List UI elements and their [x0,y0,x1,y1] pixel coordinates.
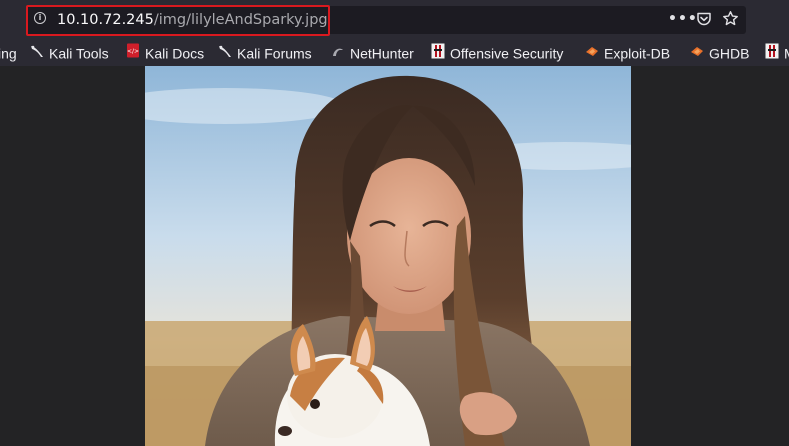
url-text[interactable]: 10.10.72.245/img/lilyleAndSparky.jpg [57,10,328,30]
bookmark-label: Kali Docs [145,45,205,62]
bookmark-exploit-db[interactable]: Exploit-DB [585,42,670,62]
bookmark-kali-tools[interactable]: Kali Tools [30,42,109,62]
exploitdb-icon [585,43,599,63]
bookmark-label: Exploit-DB [604,45,671,62]
bookmarks-toolbar: ing Kali Tools </> Kali Docs Kali Forums… [0,38,789,66]
bookmark-label: NetHunter [350,45,414,62]
url-path: /img/lilyleAndSparky.jpg [153,12,328,28]
bookmark-kali-forums[interactable]: Kali Forums [218,42,312,62]
bookmark-label: Offensive Security [450,45,564,62]
bookmark-kali-docs[interactable]: </> Kali Docs [126,42,204,62]
displayed-image[interactable] [145,66,631,446]
pocket-icon[interactable] [696,11,712,31]
kali-dragon-icon [218,43,232,63]
url-host: 10.10.72.245 [57,12,154,28]
bookmark-nethunter[interactable]: NetHunter [331,42,414,62]
bookmark-label: ing [0,45,17,62]
bookmark-label: Kali Tools [49,45,109,62]
more-actions-button[interactable]: ••• [668,9,698,29]
bookmark-label: Kali Forums [237,45,312,62]
kali-dragon-icon [30,43,44,63]
bookmark-offensive-security[interactable]: Offensive Security [431,42,563,62]
navigation-toolbar: i 10.10.72.245/img/lilyleAndSparky.jpg •… [0,0,789,38]
bookmark-item[interactable]: ing [0,42,17,62]
ghdb-icon [690,43,704,63]
offsec-icon [431,43,445,64]
svg-text:</>: </> [127,48,139,55]
image-viewer [0,66,789,446]
bookmark-overflow-item[interactable]: M [765,42,789,62]
bookmark-label: M [784,45,789,61]
bookmark-star-icon[interactable] [722,10,739,30]
kali-docs-icon: </> [126,43,140,63]
info-icon[interactable]: i [34,12,46,24]
bookmark-ghdb[interactable]: GHDB [690,42,749,62]
bookmark-label: GHDB [709,45,750,62]
offsec-icon [765,43,779,64]
nethunter-icon [331,43,345,63]
